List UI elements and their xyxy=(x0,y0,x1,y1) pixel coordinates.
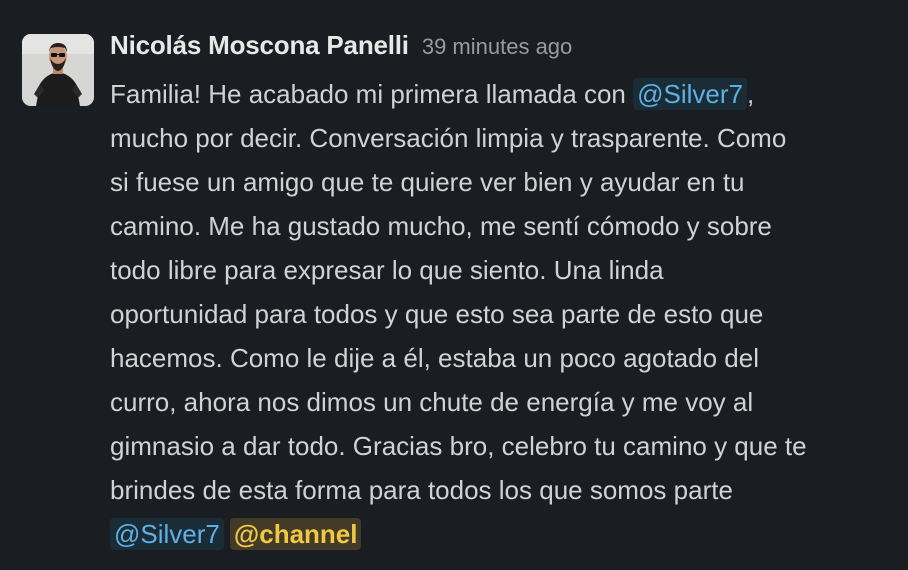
message-line: hacemos. Como le dije a él, estaba un po… xyxy=(110,343,759,373)
message-header: Nicolás Moscona Panelli 39 minutes ago xyxy=(110,30,902,70)
message-line: mucho por decir. Conversación limpia y t… xyxy=(110,123,787,153)
message-line: curro, ahora nos dimos un chute de energ… xyxy=(110,387,754,417)
message-text: Familia! He acabado mi primera llamada c… xyxy=(110,79,634,109)
user-mention[interactable]: @Silver7 xyxy=(110,518,224,550)
message-line: Familia! He acabado mi primera llamada c… xyxy=(110,72,902,116)
message-line: camino. Me ha gustado mucho, me sentí có… xyxy=(110,211,772,241)
user-photo-icon xyxy=(22,34,94,106)
message-timestamp[interactable]: 39 minutes ago xyxy=(422,34,572,60)
message-line: oportunidad para todos y que esto sea pa… xyxy=(110,299,764,329)
message-line: gimnasio a dar todo. Gracias bro, celebr… xyxy=(110,431,807,461)
message-line: si fuese un amigo que te quiere ver bien… xyxy=(110,167,745,197)
channel-mention[interactable]: @channel xyxy=(229,518,362,550)
message-line: @Silver7 @channel xyxy=(110,512,902,556)
message-content: Nicolás Moscona Panelli 39 minutes ago F… xyxy=(110,30,902,556)
author-name[interactable]: Nicolás Moscona Panelli xyxy=(110,30,409,61)
message-text: , xyxy=(747,79,755,109)
chat-message: Nicolás Moscona Panelli 39 minutes ago F… xyxy=(0,0,908,570)
message-line: todo libre para expresar lo que siento. … xyxy=(110,255,664,285)
message-body: Familia! He acabado mi primera llamada c… xyxy=(110,72,902,556)
message-line: brindes de esta forma para todos los que… xyxy=(110,475,733,505)
user-mention[interactable]: @Silver7 xyxy=(633,78,747,110)
user-avatar[interactable] xyxy=(22,34,94,106)
